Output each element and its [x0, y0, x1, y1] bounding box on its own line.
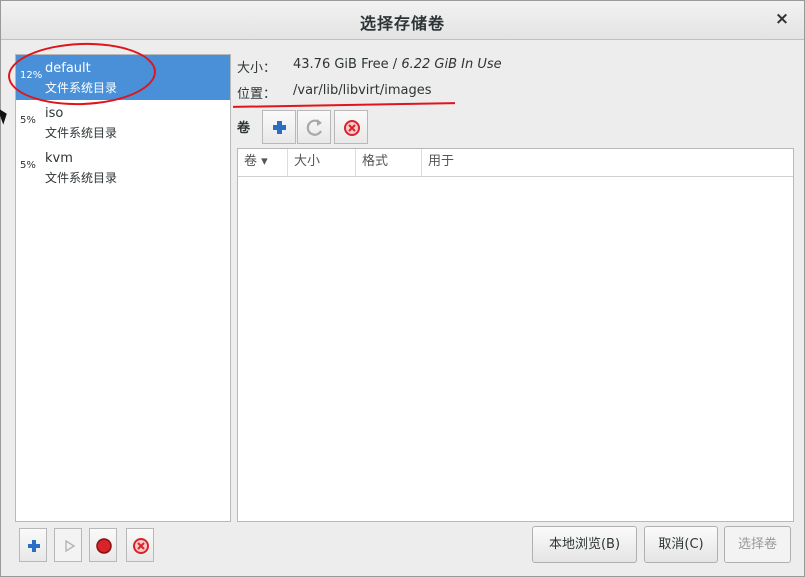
- column-header-size[interactable]: 大小: [288, 149, 356, 176]
- storage-pool-list: 12% default 文件系统目录 5% iso 文件系统目录 5% kvm …: [15, 54, 231, 522]
- pool-name: iso: [45, 106, 64, 121]
- close-icon[interactable]: ×: [772, 9, 792, 29]
- delete-pool-button[interactable]: [126, 528, 154, 562]
- pool-type: 文件系统目录: [45, 126, 118, 140]
- pool-usage-percent: 5%: [20, 115, 36, 126]
- plus-icon: [28, 540, 40, 552]
- refresh-volumes-button[interactable]: [297, 110, 331, 144]
- column-header-used-by[interactable]: 用于: [422, 149, 793, 176]
- select-storage-volume-dialog: 选择存储卷 × 12% default 文件系统目录 5% iso 文件系统目录…: [0, 0, 805, 577]
- add-pool-button[interactable]: [19, 528, 47, 562]
- pool-name: default: [45, 61, 91, 76]
- plus-icon: [273, 121, 286, 134]
- delete-icon: [133, 538, 149, 554]
- size-separator: /: [388, 57, 402, 72]
- pool-name: kvm: [45, 151, 73, 166]
- annotation-underline: [232, 102, 456, 108]
- choose-volume-button[interactable]: 选择卷: [724, 526, 791, 563]
- size-used: 6.22 GiB In Use: [401, 57, 502, 72]
- titlebar: 选择存储卷 ×: [1, 1, 804, 40]
- stop-icon: [96, 538, 112, 554]
- play-icon: [65, 539, 76, 553]
- size-value: 43.76 GiB Free / 6.22 GiB In Use: [293, 57, 502, 72]
- sort-descending-icon: ▾: [261, 154, 268, 169]
- size-label: 大小：: [237, 61, 277, 76]
- refresh-icon: [306, 119, 322, 136]
- size-free: 43.76 GiB Free: [293, 57, 389, 72]
- pool-item-iso[interactable]: 5% iso 文件系统目录: [16, 100, 230, 145]
- delete-icon: [344, 120, 360, 136]
- add-volume-button[interactable]: [262, 110, 296, 144]
- column-header-volume[interactable]: 卷 ▾: [238, 149, 288, 176]
- dialog-title: 选择存储卷: [359, 14, 445, 33]
- pool-item-kvm[interactable]: 5% kvm 文件系统目录: [16, 145, 230, 190]
- volumes-label: 卷: [237, 121, 251, 136]
- column-header-format[interactable]: 格式: [356, 149, 422, 176]
- pool-item-default[interactable]: 12% default 文件系统目录: [16, 55, 230, 100]
- location-label: 位置：: [237, 87, 277, 102]
- volume-table-header: 卷 ▾ 大小 格式 用于: [238, 149, 793, 177]
- pool-usage-percent: 5%: [20, 160, 36, 171]
- location-value: /var/lib/libvirt/images: [293, 83, 432, 98]
- stop-pool-button[interactable]: [89, 528, 117, 562]
- volume-table: 卷 ▾ 大小 格式 用于: [237, 148, 794, 522]
- pool-type: 文件系统目录: [45, 81, 118, 95]
- browse-local-button[interactable]: 本地浏览(B): [532, 526, 637, 563]
- start-pool-button[interactable]: [54, 528, 82, 562]
- pool-type: 文件系统目录: [45, 171, 118, 185]
- delete-volume-button[interactable]: [334, 110, 368, 144]
- pool-usage-percent: 12%: [20, 70, 43, 81]
- cancel-button[interactable]: 取消(C): [644, 526, 718, 563]
